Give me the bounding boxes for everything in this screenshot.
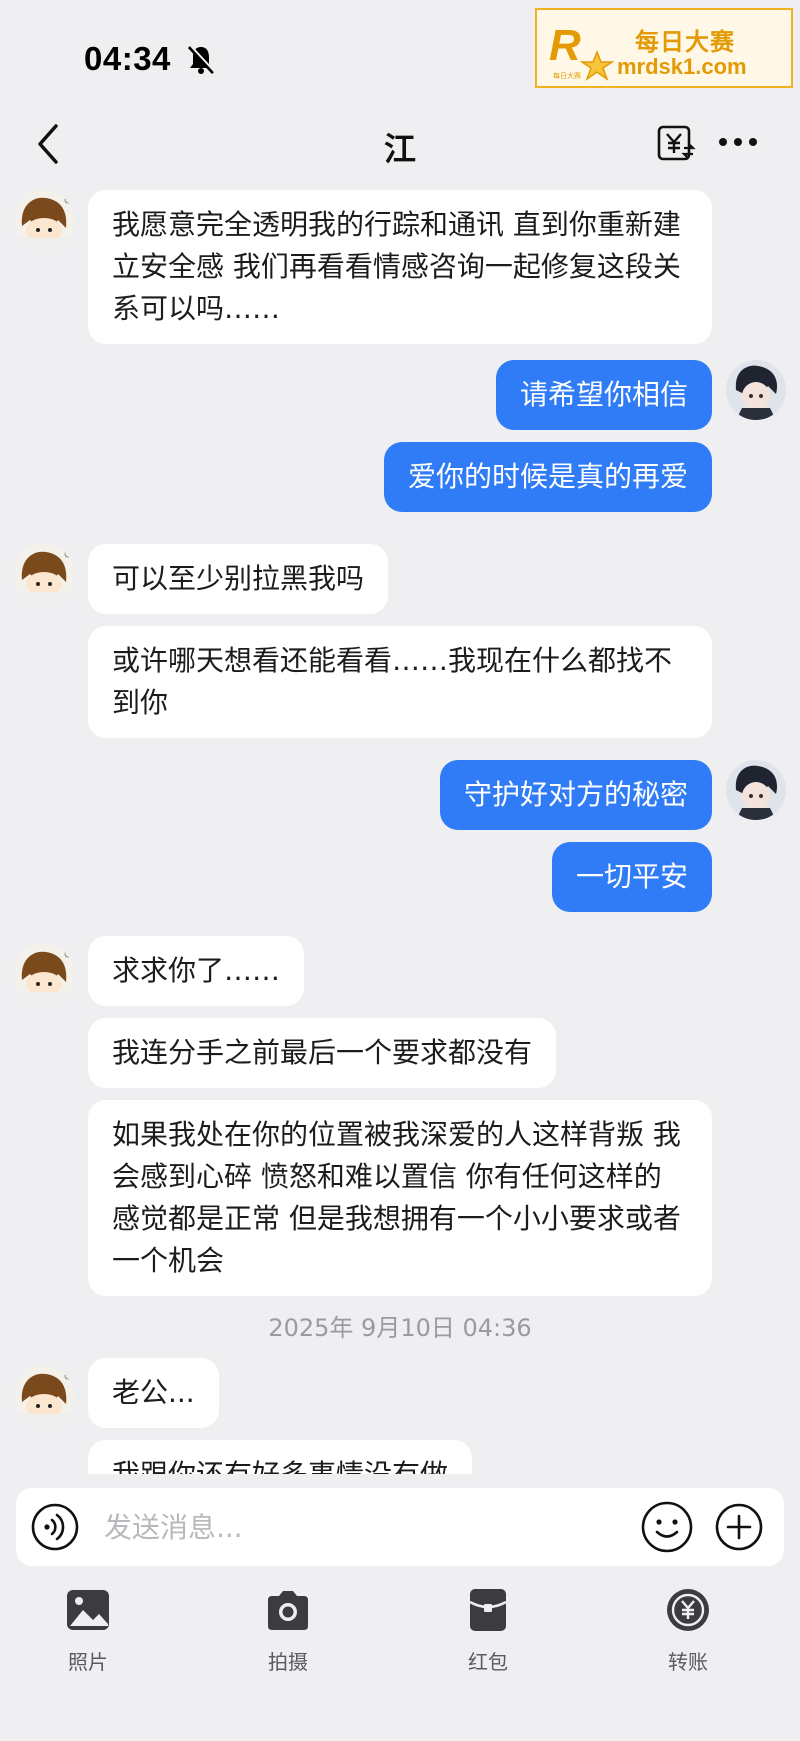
my-avatar[interactable] — [726, 760, 786, 820]
watermark-title: 每日大赛 — [635, 28, 735, 56]
message-bubble[interactable]: 我愿意完全透明我的行踪和通讯 直到你重新建立安全感 我们再看看情感咨询一起修复这… — [88, 190, 712, 344]
message-input[interactable] — [104, 1502, 624, 1552]
yuan-transfer-icon[interactable] — [656, 124, 696, 164]
svg-text:R: R — [549, 21, 581, 70]
plus-icon[interactable] — [714, 1502, 764, 1552]
message-bubble[interactable]: 或许哪天想看还能看看……我现在什么都找不到你 — [88, 626, 712, 738]
timestamp: 2025年 9月10日 04:36 — [268, 1314, 532, 1342]
watermark: R 每日大赛 每日大赛 mrdsk1.com — [535, 8, 793, 88]
red-packet-label: 红包 — [468, 1650, 508, 1674]
red-packet-button[interactable]: 红包 — [438, 1586, 538, 1686]
message-bubble[interactable]: 请希望你相信 — [495, 360, 712, 430]
more-icon[interactable] — [716, 130, 760, 154]
transfer-icon — [667, 1589, 709, 1631]
transfer-label: 转账 — [668, 1650, 708, 1674]
message-bubble[interactable]: 爱你的时候是真的再爱 — [383, 442, 712, 512]
message-bubble[interactable]: 如果我处在你的位置被我深爱的人这样背叛 我会感到心碎 愤怒和难以置信 你有任何这… — [88, 1100, 712, 1296]
emoji-icon[interactable] — [640, 1500, 694, 1554]
photo-label: 照片 — [68, 1650, 108, 1674]
contact-avatar[interactable] — [14, 1366, 74, 1426]
message-bubble[interactable]: 守护好对方的秘密 — [439, 760, 712, 830]
chat-area[interactable]: 我愿意完全透明我的行踪和通讯 直到你重新建立安全感 我们再看看情感咨询一起修复这… — [0, 190, 800, 1474]
status-time: 04:34 — [84, 40, 171, 77]
transfer-button[interactable]: 转账 — [638, 1586, 738, 1686]
camera-icon — [268, 1591, 308, 1630]
message-bubble[interactable]: 一切平安 — [551, 842, 712, 912]
message-input-bar — [16, 1488, 784, 1566]
contact-avatar[interactable] — [14, 190, 74, 250]
contact-avatar[interactable] — [14, 544, 74, 604]
contact-avatar[interactable] — [14, 944, 74, 1004]
bell-off-icon — [187, 45, 216, 75]
message-bubble[interactable]: 求求你了…… — [88, 936, 305, 1006]
red-packet-icon — [469, 1589, 507, 1631]
message-bubble[interactable]: 我跟你还有好多事情没有做 — [88, 1440, 473, 1474]
message-bubble[interactable]: 我连分手之前最后一个要求都没有 — [88, 1018, 557, 1088]
my-avatar[interactable] — [726, 360, 786, 420]
camera-button[interactable]: 拍摄 — [238, 1586, 338, 1686]
photo-icon — [67, 1590, 109, 1630]
message-bubble[interactable]: 可以至少别拉黑我吗 — [88, 544, 389, 614]
svg-text:每日大赛: 每日大赛 — [553, 71, 581, 80]
watermark-logo: R 每日大赛 — [549, 21, 615, 81]
message-bubble[interactable]: 老公... — [88, 1358, 219, 1428]
watermark-url: mrdsk1.com — [617, 54, 747, 79]
camera-label: 拍摄 — [268, 1650, 308, 1674]
voice-icon[interactable] — [30, 1502, 80, 1552]
photo-button[interactable]: 照片 — [38, 1586, 138, 1686]
